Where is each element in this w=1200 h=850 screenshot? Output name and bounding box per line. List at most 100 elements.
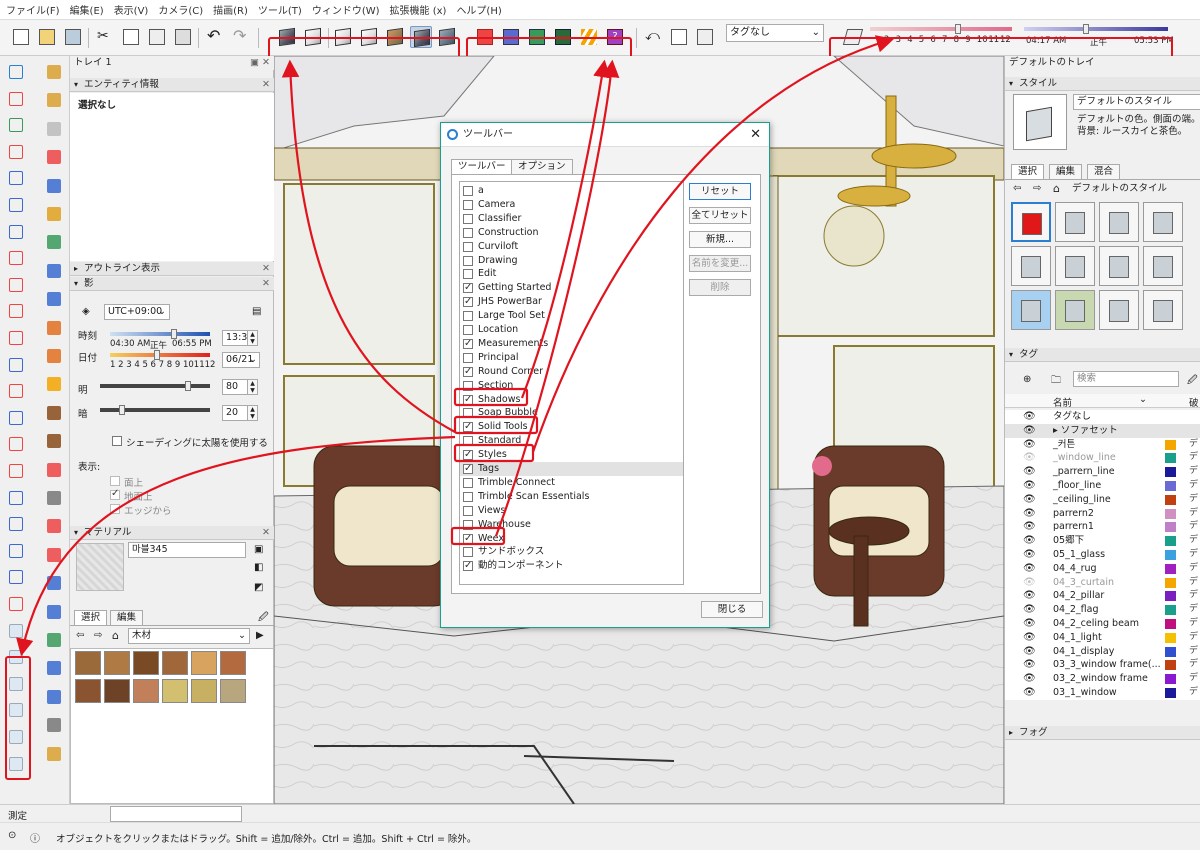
fog-header[interactable]: ▸ フォグ xyxy=(1005,726,1200,740)
tag-search-input[interactable]: 検索 xyxy=(1073,371,1179,387)
tag-dash[interactable]: デ xyxy=(1189,645,1198,658)
visibility-eye-icon[interactable]: 👁 xyxy=(1023,520,1036,533)
xray-style-icon[interactable] xyxy=(276,26,298,48)
tag-dash[interactable]: デ xyxy=(1189,438,1198,451)
style-name-input[interactable]: デフォルトのスタイル xyxy=(1073,94,1200,110)
toolbar-list-item[interactable]: Trimble Connect xyxy=(460,476,683,490)
visibility-eye-icon[interactable]: 👁 xyxy=(1023,589,1036,602)
materials-tab-select[interactable]: 選択 xyxy=(74,610,108,625)
toolbar-checkbox[interactable] xyxy=(463,186,473,196)
toolbar-list-item[interactable]: Styles xyxy=(460,448,683,462)
new-toolbar-button[interactable]: 新規... xyxy=(689,231,751,248)
tag-row[interactable]: 👁 _커튼 デ xyxy=(1005,438,1200,452)
tag-tool-icon[interactable]: 🖉 xyxy=(1187,373,1198,390)
toolbar-list-item[interactable]: サンドボックス xyxy=(460,545,683,559)
visibility-eye-icon[interactable]: 👁 xyxy=(1023,438,1036,451)
stamp-icon[interactable] xyxy=(44,204,64,224)
style-thumbnail[interactable] xyxy=(1143,290,1183,330)
tag-row[interactable]: 👁 04_1_display デ xyxy=(1005,645,1200,659)
time-input[interactable]: 13:30 xyxy=(222,330,253,346)
rotate-icon[interactable] xyxy=(6,328,26,348)
menu-item[interactable]: ヘルプ(H) xyxy=(456,2,501,17)
vertex-icon[interactable] xyxy=(44,658,64,678)
material-swatch[interactable] xyxy=(191,679,217,703)
visibility-eye-icon[interactable]: 👁 xyxy=(1023,548,1036,561)
styles-tab-edit[interactable]: 編集 xyxy=(1049,164,1083,179)
section-icon[interactable] xyxy=(6,461,26,481)
dimension-icon[interactable] xyxy=(44,488,64,508)
style-thumbnail[interactable] xyxy=(1099,246,1139,286)
tag-row[interactable]: 👁 04_2_pillar デ xyxy=(1005,589,1200,603)
delete-button[interactable]: 削除 xyxy=(689,279,751,296)
tag-row[interactable]: 👁 _floor_line デ xyxy=(1005,479,1200,493)
rectangle-icon[interactable] xyxy=(6,195,26,215)
style-thumbnail[interactable] xyxy=(1143,202,1183,242)
tags-header[interactable]: ▾ タグ xyxy=(1005,348,1200,362)
tag-dash[interactable]: デ xyxy=(1189,507,1198,520)
rename-button[interactable]: 名前を変更... xyxy=(689,255,751,272)
measure-icon[interactable] xyxy=(44,573,64,593)
toolbar-checkbox[interactable] xyxy=(463,380,473,391)
visibility-eye-icon[interactable]: 👁 xyxy=(1023,672,1036,685)
solid-outer-shell-icon[interactable] xyxy=(474,26,496,48)
toolbar-list-item[interactable]: Location xyxy=(460,323,683,337)
tag-color-swatch[interactable] xyxy=(1165,522,1176,533)
shadows-toggle-icon[interactable] xyxy=(842,26,864,48)
dark-slider-knob[interactable] xyxy=(119,405,125,415)
monochrome-style-icon[interactable] xyxy=(436,26,458,48)
toolbar-list-item[interactable]: Solid Tools xyxy=(460,420,683,434)
forward-icon[interactable]: ⇨ xyxy=(94,630,102,641)
toolbar-checkbox[interactable] xyxy=(463,295,473,308)
toolbar-list-item[interactable]: Curviloft xyxy=(460,240,683,254)
time-spinner[interactable]: ▲ ▼ xyxy=(248,330,258,346)
toolbar-list-item[interactable]: Shadows xyxy=(460,393,683,407)
dark-slider[interactable] xyxy=(100,408,210,412)
toolbar-list-item[interactable]: Classifier xyxy=(460,212,683,226)
toolbar-list-item[interactable]: Camera xyxy=(460,198,683,212)
shadow-time-slider[interactable] xyxy=(1024,27,1168,31)
cut-icon[interactable]: ✂ xyxy=(94,26,116,48)
styles-header[interactable]: ▾ スタイル xyxy=(1005,77,1200,91)
circle-icon[interactable] xyxy=(6,222,26,242)
toolbar-checkbox[interactable] xyxy=(463,436,473,447)
menu-item[interactable]: ツール(T) xyxy=(258,2,302,17)
tab-options[interactable]: オプション xyxy=(511,159,573,175)
add-tag-folder-icon[interactable]: 🗀 xyxy=(1051,373,1061,390)
visibility-eye-icon[interactable]: 👁 xyxy=(1023,534,1036,547)
tag-dash[interactable]: デ xyxy=(1189,589,1198,602)
solid-intersect-icon[interactable] xyxy=(500,26,522,48)
material-name-input[interactable]: 마블345 xyxy=(128,542,246,558)
grid-icon[interactable] xyxy=(44,602,64,622)
menu-item[interactable]: 表示(V) xyxy=(114,2,149,17)
outer-shell-icon[interactable] xyxy=(6,621,26,641)
pan-icon[interactable] xyxy=(6,514,26,534)
materials-tab-edit[interactable]: 編集 xyxy=(110,610,144,625)
style-thumbnail[interactable] xyxy=(1099,290,1139,330)
outliner-header[interactable]: ▸ アウトライン表示 ✕ xyxy=(70,262,274,276)
on-faces-checkbox[interactable] xyxy=(110,476,120,486)
visibility-eye-icon[interactable]: 👁 xyxy=(1023,451,1036,464)
close-icon[interactable]: ✕ xyxy=(262,78,270,91)
toolbar-checkbox[interactable] xyxy=(463,281,473,294)
style-thumbnail[interactable] xyxy=(1143,246,1183,286)
solid-trim-icon[interactable] xyxy=(578,26,600,48)
toolbar-checkbox[interactable] xyxy=(463,532,473,545)
menu-item[interactable]: ウィンドウ(W) xyxy=(312,2,380,17)
material-swatch[interactable] xyxy=(104,651,130,675)
tag-dash[interactable]: デ xyxy=(1189,451,1198,464)
toolbar-list-item[interactable]: 動的コンポーネント xyxy=(460,559,683,573)
toolbar-list-item[interactable]: Warehouse xyxy=(460,518,683,532)
component-icon[interactable] xyxy=(44,62,64,82)
flip-edge-icon[interactable] xyxy=(44,289,64,309)
geo-location-icon[interactable]: ⊙ xyxy=(8,830,16,841)
time-slider[interactable] xyxy=(110,332,210,336)
material-swatch[interactable] xyxy=(162,651,188,675)
material-swatch[interactable] xyxy=(104,679,130,703)
tag-dash[interactable]: デ xyxy=(1189,534,1198,547)
tag-color-swatch[interactable] xyxy=(1165,508,1176,519)
toolbar-checkbox[interactable] xyxy=(463,491,473,502)
material-library-select[interactable]: 木材 ⌄ xyxy=(128,628,250,644)
tag-row[interactable]: 👁 05郷下 デ xyxy=(1005,534,1200,548)
redo-icon[interactable]: ↷ xyxy=(230,26,252,48)
back-icon[interactable]: ⇦ xyxy=(1013,183,1021,194)
